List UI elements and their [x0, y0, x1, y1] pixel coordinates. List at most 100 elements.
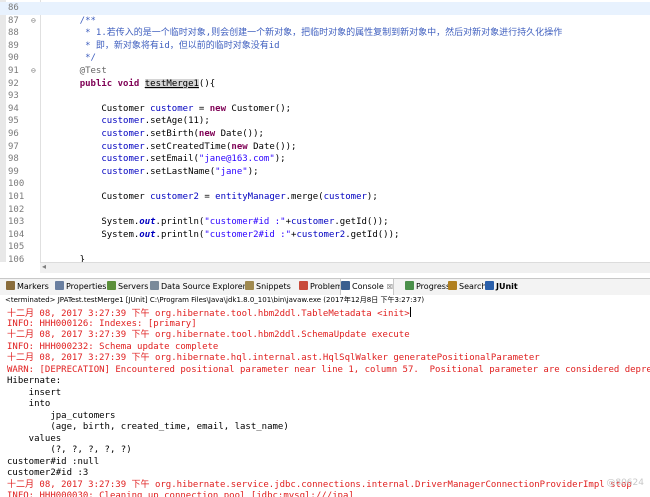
code-token: void [117, 78, 140, 89]
code-editor[interactable]: 86 87 ⊖ /** 88 * 1.若传入的是一个临时对象,则会创建一个新对象，把临… [0, 0, 650, 262]
code-text: customer.setBirth(new Date()); [58, 128, 264, 141]
view-tab-label: JUnit [496, 282, 518, 291]
code-text: customer.setEmail("jane@163.com"); [58, 153, 285, 166]
code-line[interactable]: 99 customer.setLastName("jane"); [0, 166, 650, 179]
line-number: 103 [8, 217, 25, 228]
console-line-text: 十二月 08, 2017 3:27:39 下午 org.hibernate.hq… [7, 353, 540, 363]
line-number: 95 [8, 116, 19, 127]
code-line[interactable]: 92 public void testMerge1(){ [0, 78, 650, 91]
console-line-text: (?, ?, ?, ?, ?) [7, 445, 132, 455]
code-token: ); [247, 166, 259, 177]
view-tab-label: Properties [66, 282, 107, 291]
code-line[interactable]: 94 Customer customer = new Customer(); [0, 103, 650, 116]
view-tab-servers[interactable]: Servers [107, 279, 148, 295]
watermark: @80624 [606, 478, 644, 488]
view-tab-markers[interactable]: Markers [6, 279, 49, 295]
scroll-left-icon[interactable]: ◂ [42, 262, 46, 271]
markers-icon [6, 281, 15, 290]
code-token: @Test [58, 66, 107, 76]
text-caret [409, 307, 411, 317]
line-number: 106 [8, 255, 25, 262]
code-token: .setCreatedTime( [144, 141, 232, 152]
code-token: customer2 [150, 192, 199, 202]
code-token: .merge( [285, 192, 324, 202]
code-line[interactable]: 101 Customer customer2 = entityManager.m… [0, 191, 650, 204]
code-line[interactable]: 96 customer.setBirth(new Date()); [0, 128, 650, 141]
code-token: new [209, 103, 227, 114]
code-text: Customer customer = new Customer(); [58, 103, 291, 116]
properties-icon [55, 281, 64, 290]
view-tab-junit[interactable]: JUnit [485, 279, 518, 295]
code-token: System. [58, 229, 140, 240]
code-text: customer.setAge(11); [58, 115, 209, 128]
view-tab-search[interactable]: Search [448, 279, 486, 295]
view-tab-properties[interactable]: Properties [55, 279, 106, 295]
line-number: 96 [8, 129, 19, 139]
code-line[interactable]: 104 System.out.println("customer2#id :"+… [0, 229, 650, 242]
code-line[interactable]: 88 * 1.若传入的是一个临时对象,则会创建一个新对象，把临时对象的属性复制到… [0, 27, 650, 40]
line-number: 100 [8, 179, 25, 190]
fold-toggle-icon[interactable]: ⊖ [31, 65, 36, 78]
view-tab-label: Search [459, 282, 487, 291]
code-line[interactable]: 98 customer.setEmail("jane@163.com"); [0, 153, 650, 166]
code-text: System.out.println("customer2#id :"+cust… [58, 229, 399, 242]
code-line[interactable]: 102 [0, 204, 650, 217]
code-line[interactable]: 93 [0, 90, 650, 103]
code-token: Customer(); [226, 103, 292, 114]
code-line[interactable]: 105 [0, 241, 650, 254]
console-line-text: 十二月 08, 2017 3:27:39 下午 org.hibernate.se… [7, 479, 632, 490]
console-line: into [7, 399, 51, 411]
close-tab-icon[interactable]: ☒ [387, 283, 393, 291]
view-tab-label: Data Source Explorer [161, 282, 246, 291]
code-line[interactable]: 95 customer.setAge(11); [0, 115, 650, 128]
code-line[interactable]: 97 customer.setCreatedTime(new Date()); [0, 141, 650, 154]
line-number: 101 [8, 192, 25, 202]
line-number: 86 [8, 3, 19, 13]
servers-icon [107, 281, 116, 290]
line-number: 91 [8, 66, 19, 76]
search-icon [448, 281, 457, 290]
code-line[interactable]: 90 */ [0, 52, 650, 65]
line-number: 92 [8, 78, 19, 89]
code-line[interactable]: 86 [0, 2, 650, 15]
code-token: entityManager [215, 192, 286, 202]
code-text: } [58, 254, 85, 262]
code-text: * 即，新对象将有id，但以前的临时对象没有id [58, 40, 280, 53]
view-tab-snippets[interactable]: Snippets [245, 279, 291, 295]
code-line[interactable]: 100 [0, 178, 650, 191]
console-line: customer#id :null [7, 457, 99, 469]
console-line: jpa_cutomers [7, 411, 115, 423]
fold-toggle-icon[interactable]: ⊖ [31, 15, 36, 28]
console-output[interactable]: 十二月 08, 2017 3:27:39 下午 org.hibernate.to… [0, 307, 650, 497]
console-line: INFO: HHH000126: Indexes: [primary] [7, 319, 197, 331]
view-tab-console[interactable]: Console ☒ [340, 279, 395, 296]
code-token: /** [58, 15, 96, 26]
line-number: 102 [8, 204, 25, 215]
console-line-text: (age, birth, created_time, email, last_n… [7, 422, 295, 432]
console-icon [341, 281, 350, 290]
view-tab-label: Progress [416, 282, 451, 291]
code-line[interactable]: 106 } [0, 254, 650, 262]
console-line: customer2#id :3 [7, 468, 88, 480]
line-number: 90 [8, 53, 19, 64]
console-line-text: WARN: [DEPRECATION] Encountered position… [7, 364, 650, 375]
code-token: Date()); [215, 129, 264, 139]
code-token: out [139, 217, 156, 228]
code-token: new [198, 129, 216, 139]
view-tab-data-source-explorer[interactable]: Data Source Explorer [150, 279, 246, 295]
editor-horizontal-scrollbar[interactable]: ◂ [40, 262, 650, 273]
code-text: */ [58, 52, 96, 65]
console-line-text: customer#id :null [7, 456, 100, 467]
code-line[interactable]: 87 ⊖ /** [0, 15, 650, 28]
code-line[interactable]: 91 ⊖ @Test [0, 65, 650, 78]
data-source-icon [150, 281, 159, 290]
code-token: new [231, 141, 248, 152]
view-tab-progress[interactable]: Progress [405, 279, 450, 295]
console-line-text: 十二月 08, 2017 3:27:39 下午 org.hibernate.to… [7, 330, 410, 340]
code-line[interactable]: 103 System.out.println("customer#id :"+c… [0, 216, 650, 229]
code-line[interactable]: 89 * 即，新对象将有id，但以前的临时对象没有id [0, 40, 650, 53]
console-line: 十二月 08, 2017 3:27:39 下午 org.hibernate.se… [7, 480, 632, 492]
